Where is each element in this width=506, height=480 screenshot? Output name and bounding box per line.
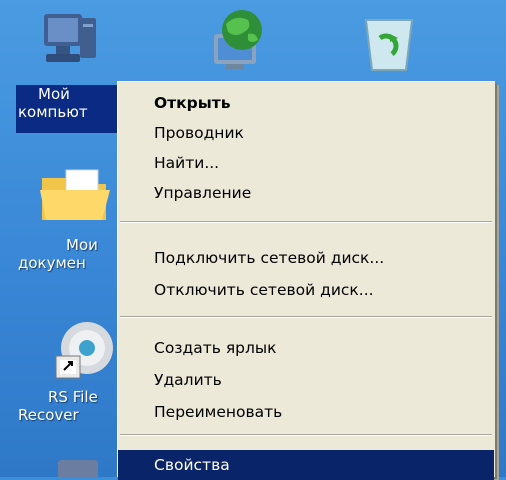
menu-item-open[interactable]: Открыть (118, 88, 494, 118)
menu-separator (120, 221, 492, 223)
menu-item-search[interactable]: Найти... (118, 148, 494, 178)
my-documents-label-line2: докумен (18, 254, 86, 272)
my-computer-label-line2: компьют (18, 103, 88, 121)
context-menu: Открыть Проводник Найти... Управление По… (117, 81, 495, 480)
menu-item-manage[interactable]: Управление (118, 178, 494, 208)
my-computer-icon[interactable] (26, 6, 110, 78)
menu-separator (120, 434, 492, 436)
menu-item-create-shortcut[interactable]: Создать ярлык (118, 333, 494, 363)
menu-item-explorer[interactable]: Проводник (118, 118, 494, 148)
rs-file-label-line2: Recover (18, 406, 79, 424)
my-documents-label-line1: Мои (66, 236, 98, 254)
menu-item-properties[interactable]: Свойства (118, 450, 494, 480)
menu-item-delete[interactable]: Удалить (118, 365, 494, 395)
menu-item-disconnect-network-drive[interactable]: Отключить сетевой диск... (118, 275, 494, 305)
network-places-icon[interactable] (196, 4, 280, 74)
rs-file-recovery-icon[interactable] (54, 316, 120, 382)
recycle-bin-icon[interactable] (354, 10, 424, 76)
rs-file-recovery-label[interactable]: RS File Recover (16, 388, 118, 430)
my-computer-label[interactable]: Мой компьют (16, 85, 118, 133)
my-computer-label-line1: Мой (38, 85, 70, 103)
partial-desktop-icon[interactable] (58, 460, 98, 477)
my-documents-label[interactable]: Мои докумен (16, 236, 118, 276)
menu-item-rename[interactable]: Переименовать (118, 397, 494, 427)
rs-file-label-line1: RS File (48, 388, 98, 406)
menu-item-map-network-drive[interactable]: Подключить сетевой диск... (118, 243, 494, 273)
my-documents-icon[interactable] (36, 160, 116, 228)
menu-separator (120, 316, 492, 318)
